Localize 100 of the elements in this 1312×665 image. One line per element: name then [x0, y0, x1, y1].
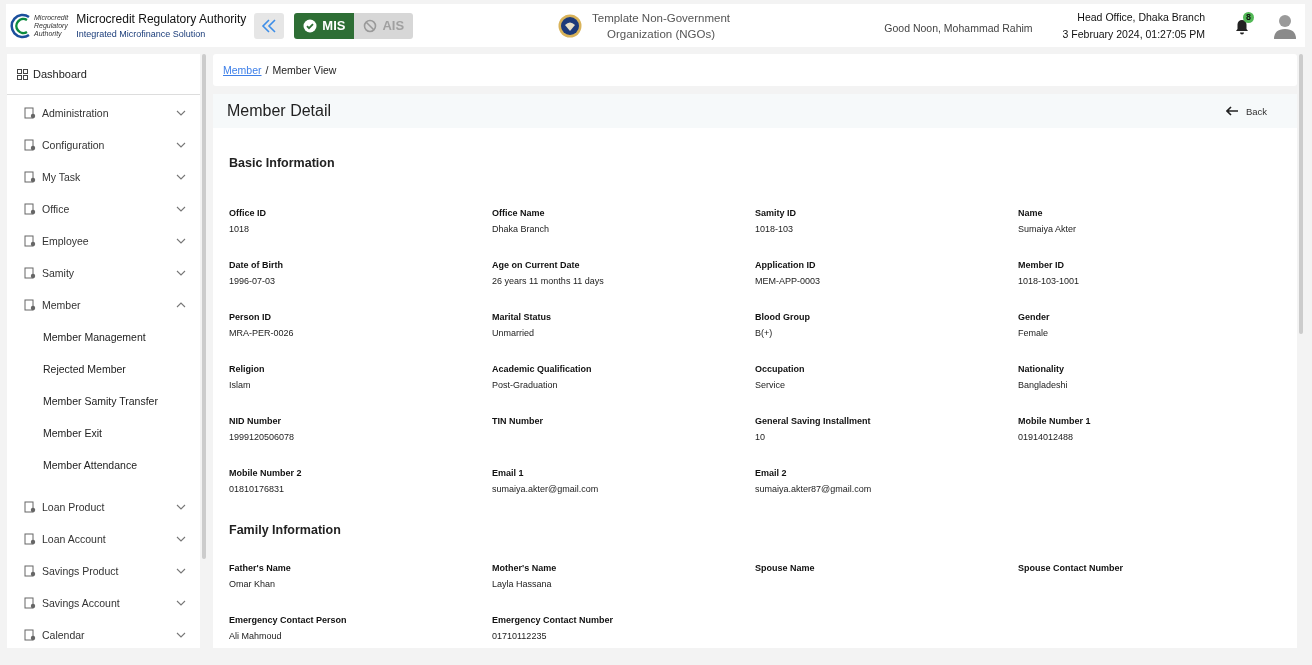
chevron-icon — [176, 206, 186, 212]
field-value: 01810176831 — [229, 484, 286, 494]
chevron-icon — [176, 302, 186, 308]
field-value: Layla Hassana — [492, 579, 553, 589]
module-tab[interactable]: MIS — [294, 12, 355, 39]
submenu-item[interactable]: Member Attendance — [7, 449, 200, 481]
prohibited-icon — [363, 18, 378, 33]
field-label: Mother's Name — [492, 563, 558, 573]
chevron-icon — [176, 110, 186, 116]
avatar-icon[interactable] — [1273, 12, 1297, 39]
field-value: Female — [1018, 328, 1049, 338]
organization-subtitle: Integrated Microfinance Solution — [76, 29, 207, 39]
field-value: Islam — [229, 380, 252, 390]
field-value: 1018-103 — [755, 224, 795, 234]
field-value: 1018-103-1001 — [1018, 276, 1081, 286]
field-value: Post-Graduation — [492, 380, 559, 390]
field-value: sumaiya.akter@gmail.com — [492, 484, 600, 494]
sidebar-item[interactable]: Loan Account — [7, 523, 200, 555]
field-label: Blood Group — [755, 312, 811, 322]
page-title: Member Detail — [227, 102, 332, 120]
document-icon — [24, 107, 36, 119]
grid-icon — [17, 68, 28, 80]
branch-name: Head Office, Dhaka Branch — [1077, 11, 1205, 23]
sidebar-item[interactable]: My Task — [7, 161, 200, 193]
field-value: MEM-APP-0003 — [755, 276, 822, 286]
field-label: Gender — [1018, 312, 1051, 322]
chevron-icon — [176, 504, 186, 510]
double-chevron-left-icon — [260, 17, 279, 34]
page-scrollbar[interactable] — [1299, 54, 1303, 334]
breadcrumb-separator: / — [265, 64, 269, 76]
sidebar-item[interactable]: Calendar — [7, 619, 200, 648]
field-value: 01914012488 — [1018, 432, 1075, 442]
field-value: B(+) — [755, 328, 774, 338]
submenu-item[interactable]: Member Exit — [7, 417, 200, 449]
field-label: NID Number — [229, 416, 282, 426]
field-label: Mobile Number 1 — [1018, 416, 1092, 426]
document-icon — [24, 565, 36, 577]
notification-count: 8 — [1243, 11, 1254, 23]
field-value: Dhaka Branch — [492, 224, 551, 234]
document-icon — [24, 533, 36, 545]
document-icon — [24, 501, 36, 513]
submenu-item[interactable]: Rejected Member — [7, 353, 200, 385]
sidebar-item[interactable]: Employee — [7, 225, 200, 257]
sidebar-item[interactable]: Member — [7, 289, 200, 321]
field-label: Email 1 — [492, 468, 525, 478]
field-value: Unmarried — [492, 328, 535, 338]
chevron-icon — [176, 238, 186, 244]
chevron-icon — [176, 270, 186, 276]
field-label: Age on Current Date — [492, 260, 581, 270]
field-value: 10 — [755, 432, 766, 442]
arrow-left-icon — [1225, 106, 1238, 116]
dashboard-link[interactable]: Dashboard — [7, 54, 200, 95]
field-label: Father's Name — [229, 563, 292, 573]
breadcrumb-link[interactable]: Member — [223, 64, 262, 76]
field-value: Service — [755, 380, 786, 390]
sidebar-item[interactable]: Savings Account — [7, 587, 200, 619]
chevron-icon — [176, 536, 186, 542]
field-value: 1996-07-03 — [229, 276, 277, 286]
field-value: Sumaiya Akter — [1018, 224, 1078, 234]
field-value: Omar Khan — [229, 579, 277, 589]
field-label: Marital Status — [492, 312, 552, 322]
document-icon — [24, 235, 36, 247]
submenu-item[interactable]: Member Management — [7, 321, 200, 353]
field-label: Person ID — [229, 312, 272, 322]
document-icon — [24, 203, 36, 215]
field-label: Spouse Name — [755, 563, 816, 573]
section-title: Family Information — [229, 522, 342, 539]
chevron-icon — [176, 632, 186, 638]
submenu-item[interactable]: Member Samity Transfer — [7, 385, 200, 417]
field-value: MRA-PER-0026 — [229, 328, 295, 338]
field-label: Member ID — [1018, 260, 1065, 270]
document-icon — [24, 629, 36, 641]
field-label: Office Name — [492, 208, 546, 218]
document-icon — [24, 139, 36, 151]
sidebar-item[interactable]: Office — [7, 193, 200, 225]
date-time: 3 February 2024, 01:27:05 PM — [1062, 28, 1205, 40]
chevron-icon — [176, 568, 186, 574]
field-label: Email 2 — [755, 468, 788, 478]
field-label: Emergency Contact Person — [229, 615, 348, 625]
field-label: Occupation — [755, 364, 806, 374]
sidebar-item[interactable]: Samity — [7, 257, 200, 289]
collapse-sidebar-button[interactable] — [254, 12, 285, 39]
back-button[interactable]: Back — [1225, 105, 1267, 117]
ngo-name: Template Non-Government Organization (NGOs) — [592, 10, 731, 42]
field-label: Application ID — [755, 260, 817, 270]
sidebar-scrollbar[interactable] — [202, 54, 206, 559]
field-value: 26 years 11 months 11 days — [492, 276, 605, 286]
field-value: sumaiya.akter87@gmail.com — [755, 484, 873, 494]
check-circle-icon — [303, 18, 318, 33]
sidebar-item[interactable]: Loan Product — [7, 491, 200, 523]
sidebar-item[interactable]: Configuration — [7, 129, 200, 161]
field-label: Mobile Number 2 — [229, 468, 303, 478]
emblem-icon — [558, 13, 582, 38]
sidebar-item[interactable]: Administration — [7, 97, 200, 129]
organization-name: Microcredit Regulatory Authority — [76, 12, 247, 26]
sidebar-item[interactable]: Savings Product — [7, 555, 200, 587]
field-value: Ali Mahmoud — [229, 631, 283, 641]
field-label: Samity ID — [755, 208, 797, 218]
greeting-text: Good Noon, Mohammad Rahim — [884, 22, 1033, 34]
field-label: Office ID — [229, 208, 267, 218]
